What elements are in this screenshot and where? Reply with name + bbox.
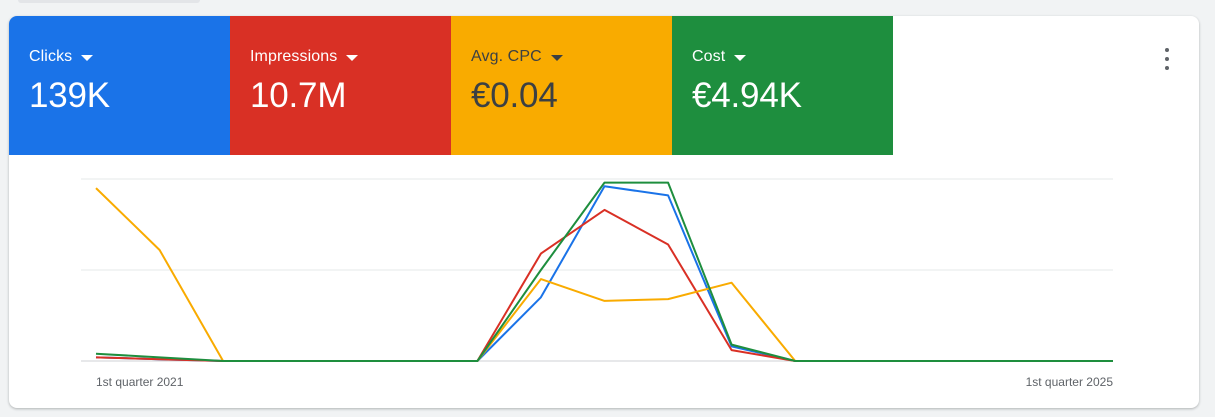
performance-card: Clicks 139K Impressions 10.7M Avg. CPC €… <box>9 16 1199 408</box>
series-line-impressions <box>95 208 1113 362</box>
chart-axis-labels: 1st quarter 2021 1st quarter 2025 <box>96 375 1113 389</box>
performance-line-chart: 1st quarter 2021 1st quarter 2025 <box>81 178 1113 389</box>
x-tick-label-last: 1st quarter 2025 <box>1026 375 1114 389</box>
chart-series <box>95 181 1113 362</box>
series-line-avg-cpc <box>95 187 1113 362</box>
series-line-clicks <box>95 185 1113 362</box>
top-tab-shadow <box>18 0 200 3</box>
x-tick-label-first: 1st quarter 2021 <box>96 375 184 389</box>
chart-gridlines <box>81 178 1113 362</box>
